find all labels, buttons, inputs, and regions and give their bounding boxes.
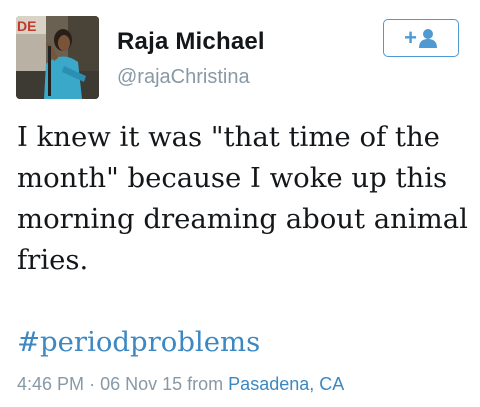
location-link[interactable]: Pasadena, CA: [228, 374, 344, 394]
avatar-photo: DE: [16, 16, 99, 99]
author-name[interactable]: Raja Michael: [117, 28, 265, 56]
tweet-card: DE Raja Michael @rajaChristina + I knew …: [0, 0, 480, 407]
meta-separator: ·: [89, 374, 96, 394]
tweet-time[interactable]: 4:46 PM: [17, 374, 84, 394]
plus-icon: +: [404, 25, 417, 50]
avatar[interactable]: DE: [16, 16, 99, 99]
svg-text:DE: DE: [17, 18, 36, 34]
tweet-text: I knew it was "that time of the month" b…: [17, 121, 468, 276]
tweet-date[interactable]: 06 Nov 15: [100, 374, 182, 394]
from-label: from: [187, 374, 224, 394]
author-handle[interactable]: @rajaChristina: [117, 66, 250, 89]
add-user-icon: [418, 29, 437, 48]
follow-button[interactable]: +: [383, 19, 459, 57]
tweet-meta: 4:46 PM · 06 Nov 15 from Pasadena, CA: [17, 374, 344, 395]
hashtag-link[interactable]: #periodproblems: [17, 322, 260, 362]
